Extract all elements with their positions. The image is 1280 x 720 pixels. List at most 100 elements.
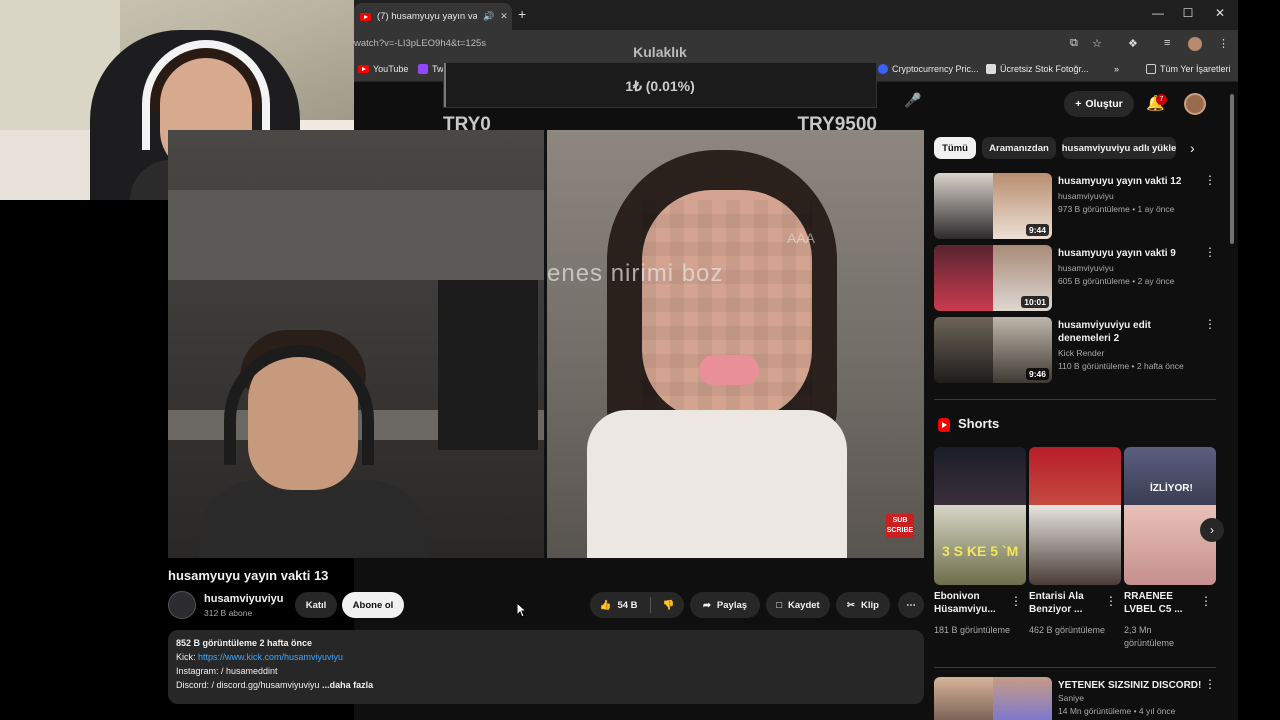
chevron-right-icon[interactable]: › — [1200, 518, 1224, 542]
avatar[interactable] — [1184, 93, 1206, 115]
bookmarks-overflow-icon[interactable]: » — [1114, 64, 1119, 74]
video-side-text: AAA — [787, 230, 816, 246]
video-title: husamyuyu yayın vakti 13 — [168, 568, 329, 583]
save-button[interactable]: □ Kaydet — [766, 592, 830, 618]
close-icon[interactable]: ✕ — [500, 11, 508, 22]
video-thumbnail[interactable] — [934, 677, 1052, 720]
video-thumbnail[interactable]: 10:01 — [934, 245, 1052, 311]
short-thumbnail[interactable]: İZLİYOR! — [1124, 447, 1216, 585]
video-thumbnail[interactable]: 9:44 — [934, 173, 1052, 239]
plus-icon: + — [1075, 98, 1082, 110]
shorts-heading: Shorts — [958, 416, 1000, 431]
recommendation-meta: 973 B görüntüleme • 1 ay önce — [1058, 204, 1175, 214]
kebab-menu-icon[interactable]: ⋮ — [1105, 594, 1117, 608]
share-button[interactable]: ➦ Paylaş — [690, 592, 760, 618]
chip-all[interactable]: Tümü — [934, 137, 976, 159]
goal-label: Kulaklık — [633, 44, 687, 60]
bookmark-crypto[interactable]: Cryptocurrency Pric... — [878, 64, 979, 74]
menu-icon[interactable]: ⋮ — [1218, 37, 1229, 50]
bookmark-icon: □ — [776, 599, 783, 611]
recommendation-item[interactable]: YETENEK SIZSINIZ DISCORD! Saniye 14 Mn g… — [934, 677, 1216, 720]
donation-goal-overlay: Kulaklık 1₺ (0.01%) TRY0 TRY9500 — [443, 40, 877, 140]
duration-badge: 9:44 — [1025, 224, 1049, 236]
chip-from-search[interactable]: Aramanızdan — [982, 137, 1056, 159]
kebab-menu-icon[interactable]: ⋮ — [1204, 677, 1216, 691]
kebab-menu-icon[interactable]: ⋮ — [1200, 594, 1212, 608]
speaker-icon[interactable]: 🔊 — [483, 11, 494, 22]
recommendation-channel[interactable]: Kick Render — [1058, 348, 1104, 358]
photo-icon — [986, 64, 996, 74]
more-actions-icon[interactable]: ⋯ — [898, 592, 924, 618]
recommendation-title[interactable]: husamyuyu yayın vakti 12 — [1058, 175, 1206, 188]
goal-progress-bar: 1₺ (0.01%) — [443, 62, 877, 108]
video-right-pane: enes nirimi boz AAA — [547, 130, 924, 558]
like-count[interactable]: 54 B — [617, 600, 637, 611]
recommendation-title[interactable]: husamyuyu yayın vakti 9 — [1058, 247, 1206, 260]
subscribe-button[interactable]: Abone ol — [342, 592, 404, 618]
recommendation-channel[interactable]: husamviyuviyu — [1058, 191, 1114, 201]
maximize-icon[interactable]: ☐ — [1178, 6, 1198, 20]
recommendation-item[interactable]: 9:46 husamviyuviyu edit denemeleri 2 Kic… — [934, 317, 1216, 383]
scissors-icon: ✂ — [847, 599, 855, 611]
bookmark-stock-photo[interactable]: Ücretsiz Stok Fotoğr... — [986, 64, 1089, 74]
bookmark-all[interactable]: Tüm Yer İşaretleri — [1146, 64, 1231, 74]
kebab-menu-icon[interactable]: ⋮ — [1204, 317, 1216, 331]
video-left-pane — [168, 130, 544, 558]
extensions-icon[interactable]: ❖ — [1128, 37, 1138, 50]
microphone-icon[interactable]: 🎤 — [901, 92, 925, 116]
short-title[interactable]: RRAENEE LVBEL C5 ... — [1124, 590, 1204, 616]
twitch-icon — [418, 64, 428, 74]
profile-icon[interactable] — [1188, 37, 1202, 54]
short-thumbnail[interactable]: 3 S KE 5 `M — [934, 447, 1026, 585]
close-window-icon[interactable]: ✕ — [1210, 6, 1230, 20]
recommendation-channel[interactable]: husamviyuviyu — [1058, 263, 1114, 273]
recommendation-item[interactable]: 10:01 husamyuyu yayın vakti 9 husamviyuv… — [934, 245, 1216, 311]
dislike-icon[interactable]: 👎 — [663, 600, 675, 611]
scrollbar[interactable] — [1229, 86, 1235, 720]
video-thumbnail[interactable]: 9:46 — [934, 317, 1052, 383]
recommendation-channel[interactable]: Saniye — [1058, 693, 1084, 703]
kebab-menu-icon[interactable]: ⋮ — [1204, 245, 1216, 259]
recommendation-meta: 110 B görüntüleme • 2 hafta önce — [1058, 361, 1184, 371]
kick-label: Kick: — [176, 652, 199, 662]
like-icon[interactable]: 👍 — [600, 600, 612, 611]
tab-active[interactable]: (7) husamyuyu yayın vakti 1 🔊 ✕ — [354, 3, 512, 30]
recommendation-title[interactable]: YETENEK SIZSINIZ DISCORD! — [1058, 679, 1206, 692]
short-thumbnail[interactable] — [1029, 447, 1121, 585]
join-button[interactable]: Katıl — [295, 592, 337, 618]
duration-badge: 10:01 — [1021, 296, 1049, 308]
recommendation-title[interactable]: husamviyuviyu edit denemeleri 2 — [1058, 319, 1206, 345]
bookmark-twitch[interactable]: Tw — [418, 64, 444, 74]
media-icon[interactable]: ≡ — [1164, 37, 1170, 49]
short-title[interactable]: Entarisi Ala Benziyor ... — [1029, 590, 1109, 616]
kebab-menu-icon[interactable]: ⋮ — [1010, 594, 1022, 608]
youtube-favicon-icon — [360, 12, 371, 21]
youtube-icon — [358, 65, 369, 73]
chevron-right-icon[interactable]: › — [1190, 140, 1195, 156]
desktop-background — [0, 200, 156, 720]
recommendation-item[interactable]: 9:44 husamyuyu yayın vakti 12 husamviyuv… — [934, 173, 1216, 239]
recommendation-meta: 605 B görüntüleme • 2 ay önce — [1058, 276, 1175, 286]
create-button[interactable]: + Oluştur — [1064, 91, 1134, 117]
minimize-icon[interactable]: — — [1148, 6, 1168, 20]
notification-count-badge: 7 — [1156, 94, 1167, 105]
star-icon[interactable]: ☆ — [1092, 37, 1102, 50]
channel-name[interactable]: husamviyuviyu — [204, 593, 283, 605]
duration-badge: 9:46 — [1025, 368, 1049, 380]
install-icon[interactable]: ⧉ — [1070, 37, 1078, 50]
show-more-link[interactable]: ...daha fazla — [322, 680, 373, 690]
video-description[interactable]: 852 B görüntüleme 2 hafta önce Kick: htt… — [168, 630, 924, 704]
tab-bar: (7) husamyuyu yayın vakti 1 🔊 ✕ + — ☐ ✕ — [354, 0, 1238, 30]
plus-icon[interactable]: + — [518, 6, 526, 22]
tab-title: (7) husamyuyu yayın vakti 1 — [377, 11, 477, 22]
clip-button[interactable]: ✂ Klip — [836, 592, 890, 618]
video-player[interactable]: enes nirimi boz AAA SUB SCRIBE — [168, 130, 924, 558]
channel-avatar[interactable] — [168, 591, 196, 619]
chip-channel-uploads[interactable]: husamviyuviyu adlı yükle — [1062, 137, 1176, 159]
short-title[interactable]: Ebonivon Hüsamviyu... — [934, 590, 1014, 616]
kebab-menu-icon[interactable]: ⋮ — [1204, 173, 1216, 187]
bookmark-youtube[interactable]: YouTube — [358, 64, 408, 74]
like-dislike-group: 👍 54 B 👎 — [590, 592, 684, 618]
kick-link[interactable]: https://www.kick.com/husamviyuviyu — [198, 652, 343, 662]
short-caption: İZLİYOR! — [1150, 483, 1193, 494]
